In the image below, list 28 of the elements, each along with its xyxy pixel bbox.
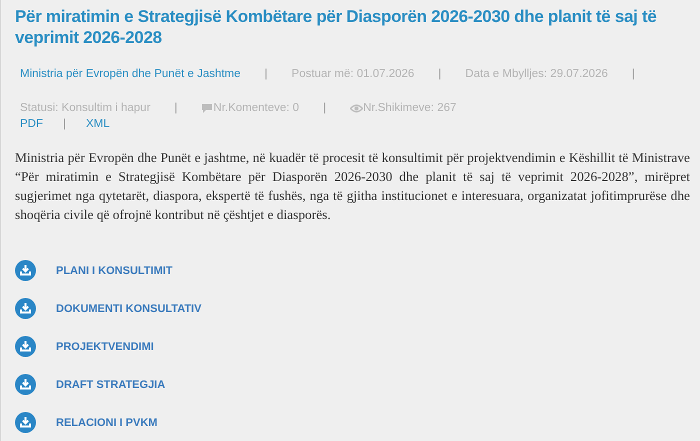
separator: | bbox=[323, 102, 326, 114]
meta-text: Postuar më: 01.07.2026 bbox=[292, 68, 414, 80]
download-icon bbox=[15, 336, 36, 357]
meta-link[interactable]: XML bbox=[86, 118, 110, 130]
separator: | bbox=[174, 102, 178, 114]
download-icon bbox=[15, 412, 36, 433]
download-link[interactable]: PROJEKTVENDIMI bbox=[15, 336, 690, 357]
view-count: Nr.Shikimeve: 267 bbox=[363, 102, 456, 114]
page-title: Për miratimin e Strategjisë Kombëtare për Diasporën 2026-2030 dhe planit të saj të veprimit 2026-2028 bbox=[15, 6, 658, 48]
download-icon bbox=[15, 374, 36, 395]
download-icon bbox=[15, 298, 36, 319]
download-link[interactable]: RELACIONI I PVKM bbox=[15, 412, 690, 433]
description: Ministria për Evropën dhe Punët e jashtme, në kuadër të procesit të konsultimit për projektvendimin e Këshillit të Ministrave “Për miratimin e Strategjisë Kombëtare për Diasporën 2026-2030 dhe planit të saj të veprimit 2026-2028”, mirëpret sugjerimet nga qytetarët, diaspora, ekspertë të fushës, nga të gjitha institucionet e interesuara, organizatat jofitimprurëse dhe shoqëria civile që ofrojnë kontribut në çështjet e diasporës. bbox=[15, 149, 690, 224]
separator: | bbox=[632, 68, 635, 80]
download-icon bbox=[15, 260, 36, 281]
separator: | bbox=[63, 118, 66, 130]
meta-text: Data e Mbylljes: 29.07.2026 bbox=[465, 68, 608, 80]
download-link[interactable]: PLANI I KONSULTIMIT bbox=[15, 260, 690, 281]
download-link[interactable]: DRAFT STRATEGJIA bbox=[15, 374, 690, 395]
meta-link[interactable]: PDF bbox=[20, 118, 43, 130]
meta-link[interactable]: Ministria për Evropën dhe Punët e Jashtme bbox=[20, 68, 241, 80]
separator: | bbox=[438, 68, 442, 80]
eye-icon bbox=[350, 104, 364, 112]
meta-text: Statusi: Konsultim i hapur bbox=[20, 102, 150, 114]
download-link[interactable]: DOKUMENTI KONSULTATIV bbox=[15, 298, 690, 319]
comment-count: Nr.Komenteve: 0 bbox=[213, 102, 300, 114]
speech-bubble-icon bbox=[201, 102, 214, 114]
separator: | bbox=[264, 68, 268, 80]
